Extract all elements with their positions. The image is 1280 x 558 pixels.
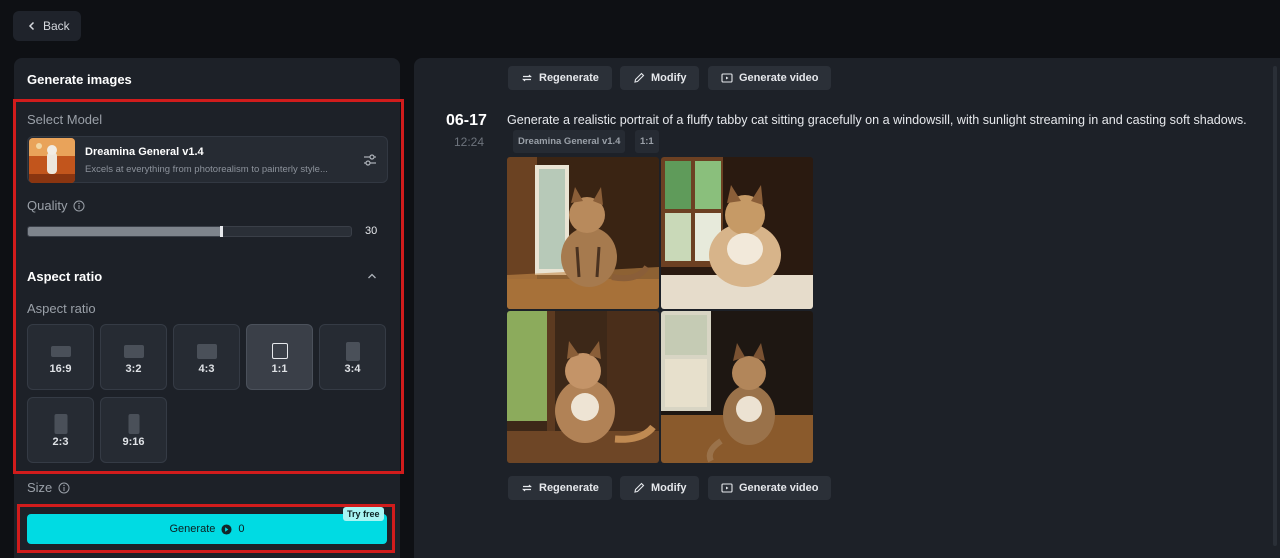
model-tag: Dreamina General v1.4	[513, 130, 626, 153]
ratio-tag: 1:1	[634, 130, 659, 153]
aspect-ratio-label: 3:4	[344, 363, 361, 375]
aspect-ratio-shape-icon	[123, 344, 144, 358]
generation-time: 12:24	[454, 135, 485, 149]
quality-slider-fill	[28, 227, 222, 236]
quality-value: 30	[365, 225, 378, 237]
model-description: Excels at everything from photorealism t…	[85, 164, 328, 175]
info-icon[interactable]	[73, 200, 85, 212]
aspect-ratio-sublabel: Aspect ratio	[27, 301, 96, 316]
aspect-ratio-shape-icon	[54, 414, 67, 434]
modify-button[interactable]: Modify	[620, 66, 700, 90]
regenerate-button[interactable]: Regenerate	[508, 66, 612, 90]
generated-image[interactable]	[507, 311, 659, 463]
quality-label: Quality	[27, 198, 85, 213]
aspect-ratio-label: 3:2	[125, 363, 142, 375]
generated-image[interactable]	[661, 311, 813, 463]
scrollbar[interactable]	[1273, 66, 1277, 546]
video-icon	[721, 73, 733, 83]
generate-label: Generate	[169, 523, 216, 535]
refresh-icon	[522, 484, 532, 492]
model-thumbnail	[29, 138, 75, 183]
generate-video-button[interactable]: Generate video	[708, 66, 832, 90]
aspect-ratio-shape-icon	[128, 414, 139, 434]
sliders-icon[interactable]	[363, 153, 377, 167]
aspect-ratio-shape-icon	[345, 341, 360, 361]
quality-slider-handle[interactable]	[220, 226, 223, 237]
aspect-ratio-label: 9:16	[122, 436, 145, 448]
aspect-ratio-option-4-3[interactable]: 4:3	[173, 324, 240, 390]
generated-image[interactable]	[507, 157, 659, 309]
generated-image[interactable]	[661, 157, 813, 309]
pencil-icon	[634, 482, 645, 493]
pencil-icon	[634, 72, 645, 83]
aspect-ratio-label: 4:3	[198, 363, 215, 375]
credit-coin-icon	[221, 523, 232, 535]
aspect-ratio-label: 1:1	[271, 363, 288, 375]
aspect-ratio-option-16-9[interactable]: 16:9	[27, 324, 94, 390]
generate-button[interactable]: Generate 0	[27, 514, 387, 544]
aspect-ratio-heading: Aspect ratio	[27, 269, 103, 284]
aspect-ratio-option-9-16[interactable]: 9:16	[100, 397, 167, 463]
quality-slider[interactable]	[27, 226, 352, 237]
aspect-ratio-label: 2:3	[52, 436, 69, 448]
aspect-ratio-shape-icon	[196, 343, 217, 359]
video-icon	[721, 483, 733, 493]
model-selector[interactable]: Dreamina General v1.4 Excels at everythi…	[27, 136, 388, 183]
regenerate-button[interactable]: Regenerate	[508, 476, 612, 500]
info-icon[interactable]	[58, 482, 70, 494]
refresh-icon	[522, 74, 532, 82]
generate-video-button[interactable]: Generate video	[708, 476, 832, 500]
aspect-ratio-option-3-4[interactable]: 3:4	[319, 324, 386, 390]
model-name: Dreamina General v1.4	[85, 146, 204, 158]
back-label: Back	[43, 19, 70, 33]
select-model-label: Select Model	[27, 112, 103, 127]
aspect-ratio-shape-icon	[271, 343, 288, 359]
panel-title: Generate images	[27, 72, 132, 87]
back-button[interactable]: Back	[13, 11, 81, 41]
aspect-ratio-option-2-3[interactable]: 2:3	[27, 397, 94, 463]
generate-panel: Generate images Select Model Dreamina Ge…	[13, 58, 404, 558]
generated-image-grid	[507, 157, 813, 463]
aspect-ratio-shape-icon	[50, 345, 71, 357]
aspect-ratio-label: 16:9	[49, 363, 72, 375]
prompt-body: Generate a realistic portrait of a fluff…	[507, 113, 1247, 127]
prompt-text: Generate a realistic portrait of a fluff…	[507, 111, 1247, 153]
aspect-ratio-option-3-2[interactable]: 3:2	[100, 324, 167, 390]
size-label: Size	[27, 480, 70, 495]
modify-button[interactable]: Modify	[620, 476, 700, 500]
generation-date: 06-17	[446, 112, 487, 129]
generate-cost: 0	[238, 523, 245, 535]
results-panel: Regenerate Modify Generate video 06-17 1…	[414, 58, 1280, 558]
try-free-badge: Try free	[343, 507, 384, 521]
chevron-left-icon	[28, 21, 35, 31]
chevron-up-icon[interactable]	[366, 271, 378, 281]
aspect-ratio-option-1-1[interactable]: 1:1	[246, 324, 313, 390]
